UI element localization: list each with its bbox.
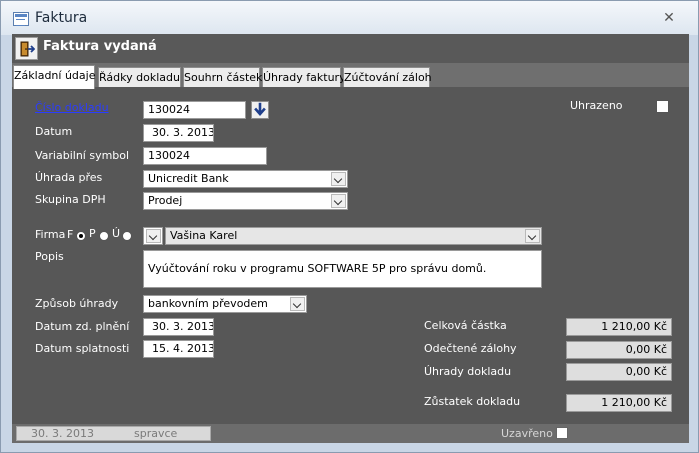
firma-select[interactable]: Vašina Karel (165, 227, 542, 245)
popis-label: Popis (35, 250, 64, 263)
firma-radio-p[interactable] (99, 231, 109, 241)
skupina-dph-value: Prodej (148, 194, 183, 207)
uzavreno-checkbox[interactable] (556, 427, 568, 439)
chevron-down-icon[interactable] (146, 229, 161, 243)
zpusob-uhrady-select[interactable]: bankovním převodem (143, 295, 307, 313)
uhrada-pres-label: Úhrada přes (35, 171, 103, 184)
arrow-down-icon (254, 102, 266, 116)
datum-splatnosti-label: Datum splatnosti (35, 342, 130, 355)
variabilni-symbol-label: Variabilní symbol (35, 149, 130, 162)
popis-textarea[interactable]: Vyúčtování roku v programu SOFTWARE 5P p… (143, 250, 542, 288)
odectene-zalohy-value: 0,00 Kč (566, 341, 672, 359)
form-window-icon (13, 12, 29, 26)
uhrazeno-label: Uhrazeno (570, 99, 623, 112)
datum-field[interactable]: 30. 3. 2013 (143, 124, 214, 142)
close-icon[interactable]: ✕ (662, 11, 676, 25)
firma-radio-f-label: F (67, 228, 74, 241)
chevron-down-icon[interactable] (331, 172, 346, 186)
uhrada-pres-value: Unicredit Bank (148, 172, 229, 185)
chevron-down-icon[interactable] (331, 194, 346, 208)
zpusob-uhrady-label: Způsob úhrady (35, 297, 119, 310)
firma-radio-p-label: P (89, 227, 96, 240)
variabilni-symbol-field[interactable]: 130024 (143, 147, 267, 165)
datum-zd-plneni-field[interactable]: 30. 3. 2013 (143, 318, 214, 336)
firma-type-select[interactable] (143, 227, 163, 245)
firma-radio-u-label: Ú (112, 227, 121, 240)
tab-zakladni-udaje[interactable]: Základní údaje (13, 65, 95, 89)
window: Faktura ✕ Faktura vydaná Základní údaje … (0, 0, 699, 453)
title-bar: Faktura ✕ (1, 1, 698, 35)
exit-button[interactable] (15, 37, 38, 60)
zustatek-dokladu-label: Zůstatek dokladu (424, 395, 521, 408)
odectene-zalohy-label: Odečtené zálohy (424, 342, 517, 355)
uhrada-pres-select[interactable]: Unicredit Bank (143, 170, 348, 188)
cislo-dokladu-field[interactable]: 130024 (143, 101, 246, 119)
uhrady-dokladu-label: Úhrady dokladu (424, 365, 512, 378)
firma-radio-f[interactable] (76, 231, 86, 241)
next-number-button[interactable] (251, 101, 269, 119)
form-title: Faktura vydaná (43, 39, 157, 54)
uhrady-dokladu-value: 0,00 Kč (566, 363, 672, 381)
firma-label: Firma (35, 228, 66, 241)
basic-info-panel: Číslo dokladu 130024 Uhrazeno Datum 30. … (13, 87, 688, 423)
status-user: spravce (134, 427, 178, 440)
cislo-dokladu-label[interactable]: Číslo dokladu (35, 101, 109, 114)
tab-panel: Číslo dokladu 130024 Uhrazeno Datum 30. … (12, 87, 689, 424)
uzavreno-label: Uzavřeno (501, 427, 553, 440)
firma-value: Vašina Karel (170, 229, 238, 242)
chevron-down-icon[interactable] (290, 297, 305, 311)
tab-zuctovani-zaloh[interactable]: Zúčtování záloh (343, 67, 432, 88)
zpusob-uhrady-value: bankovním převodem (148, 297, 268, 310)
status-bar: 30. 3. 2013 spravce Uzavřeno (12, 424, 689, 443)
exit-door-icon (20, 41, 35, 57)
skupina-dph-select[interactable]: Prodej (143, 192, 348, 210)
datum-splatnosti-field[interactable]: 15. 4. 2013 (143, 340, 214, 358)
uhrazeno-checkbox[interactable] (656, 100, 669, 113)
tab-radky-dokladu[interactable]: Řádky dokladu (98, 67, 181, 88)
skupina-dph-label: Skupina DPH (35, 193, 106, 206)
firma-radio-u[interactable] (122, 231, 132, 241)
celkova-castka-label: Celková částka (424, 319, 507, 332)
form-header: Faktura vydaná (12, 34, 689, 63)
status-date: 30. 3. 2013 (31, 427, 94, 440)
chevron-down-icon[interactable] (525, 229, 540, 243)
tab-souhrn-castek[interactable]: Souhrn částek (183, 67, 262, 88)
datum-label: Datum (35, 125, 73, 138)
celkova-castka-value: 1 210,00 Kč (566, 318, 672, 336)
record-info: 30. 3. 2013 spravce (16, 426, 211, 441)
window-title: Faktura (35, 10, 88, 26)
tab-uhrady-faktury[interactable]: Úhrady faktury (262, 67, 346, 88)
datum-zd-plneni-label: Datum zd. plnění (35, 320, 130, 333)
zustatek-dokladu-value: 1 210,00 Kč (566, 394, 672, 412)
tab-strip: Základní údaje Řádky dokladu Souhrn část… (12, 63, 689, 89)
